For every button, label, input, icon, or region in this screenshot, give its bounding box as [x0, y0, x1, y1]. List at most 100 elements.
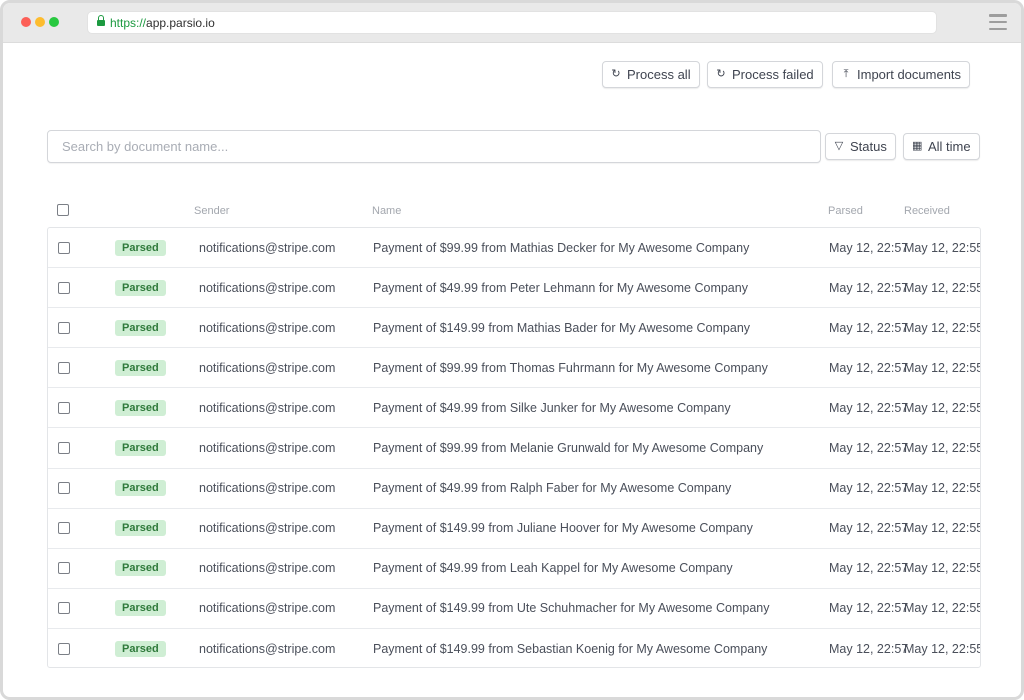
browser-window: https:// app.parsio.io ↻ Process all ↻ P… [0, 0, 1024, 700]
received-date-cell: May 12, 22:55 [904, 280, 981, 295]
row-checkbox[interactable] [58, 241, 70, 254]
table-row[interactable]: Parsed notifications@stripe.com Payment of… [48, 509, 980, 549]
received-date-cell: May 12, 22:55 [904, 360, 981, 375]
status-badge: Parsed [115, 239, 166, 256]
sender-cell: notifications@stripe.com [199, 441, 336, 456]
parsed-date-cell: May 12, 22:57 [829, 320, 909, 335]
table-row[interactable]: Parsed notifications@stripe.com Payment of… [48, 469, 980, 509]
parsed-date-cell: May 12, 22:57 [829, 400, 909, 415]
document-name-cell[interactable]: Payment of $49.99 from Ralph Faber for M… [373, 481, 731, 495]
status-badge: Parsed [115, 319, 166, 336]
process-failed-button[interactable]: ↻ Process failed [707, 61, 823, 88]
sender-cell: notifications@stripe.com [199, 601, 336, 616]
table-row[interactable]: Parsed notifications@stripe.com Payment of… [48, 348, 981, 389]
minimize-window-button[interactable] [35, 17, 45, 27]
import-documents-button[interactable]: ⤒ Import documents [832, 61, 971, 88]
table-row[interactable]: Parsed notifications@stripe.com Payment of… [48, 268, 981, 309]
search-input[interactable] [47, 130, 821, 163]
document-name-cell[interactable]: Payment of $149.99 from Juliane Hoover f… [373, 521, 753, 535]
received-date-cell: May 12, 22:55 [904, 240, 981, 255]
table-row[interactable]: Parsed notifications@stripe.com Payment of… [48, 428, 981, 469]
parsed-date-cell: May 12, 22:57 [829, 521, 909, 536]
refresh-icon: ↻ [716, 68, 726, 80]
document-name-cell[interactable]: Payment of $49.99 from Leah Kappel for M… [373, 561, 733, 575]
parsed-date-cell: May 12, 22:57 [829, 481, 909, 496]
row-checkbox[interactable] [58, 522, 70, 535]
url-host: app.parsio.io [146, 15, 215, 30]
import-documents-label: Import documents [857, 67, 962, 82]
document-name-cell[interactable]: Payment of $99.99 from Mathias Decker fo… [373, 241, 749, 255]
filter-icon: ▽ [834, 140, 844, 152]
parsed-date-cell: May 12, 22:57 [829, 561, 909, 576]
column-header-sender[interactable]: Sender [194, 205, 229, 217]
row-checkbox[interactable] [58, 642, 70, 655]
column-header-received[interactable]: Received [904, 205, 950, 217]
table-row[interactable]: Parsed notifications@stripe.com Payment of… [48, 549, 980, 589]
document-name-cell[interactable]: Payment of $99.99 from Melanie Grunwald … [373, 441, 763, 455]
row-checkbox[interactable] [58, 401, 70, 414]
column-header-parsed[interactable]: Parsed [828, 205, 863, 217]
status-badge: Parsed [115, 399, 166, 416]
lock-icon [97, 15, 105, 27]
document-name-cell[interactable]: Payment of $149.99 from Ute Schuhmacher … [373, 601, 769, 615]
received-date-cell: May 12, 22:55 [904, 561, 981, 576]
column-header-name[interactable]: Name [372, 205, 401, 217]
row-checkbox[interactable] [58, 442, 70, 455]
sender-cell: notifications@stripe.com [199, 320, 336, 335]
received-date-cell: May 12, 22:55 [904, 521, 981, 536]
calendar-icon: ▦ [912, 140, 923, 152]
document-name-cell[interactable]: Payment of $99.99 from Thomas Fuhrmann f… [373, 361, 768, 375]
received-date-cell: May 12, 22:55 [904, 441, 981, 456]
sender-cell: notifications@stripe.com [199, 561, 336, 576]
document-name-cell[interactable]: Payment of $49.99 from Peter Lehmann for… [373, 281, 748, 295]
hamburger-menu-icon[interactable] [989, 14, 1007, 30]
document-name-cell[interactable]: Payment of $149.99 from Sebastian Koenig… [373, 642, 767, 656]
table-row[interactable]: Parsed notifications@stripe.com Payment of… [48, 629, 981, 667]
table-row[interactable]: Parsed notifications@stripe.com Payment of… [48, 228, 981, 269]
table-row[interactable]: Parsed notifications@stripe.com Payment of… [48, 388, 981, 429]
url-scheme: https:// [110, 15, 147, 30]
status-badge: Parsed [115, 560, 166, 577]
status-filter-button[interactable]: ▽ Status [825, 133, 896, 160]
close-window-button[interactable] [21, 17, 31, 27]
table-header: Sender Name Parsed Received [47, 198, 981, 226]
row-checkbox[interactable] [58, 482, 70, 495]
received-date-cell: May 12, 22:55 [904, 481, 981, 496]
upload-icon: ⤒ [843, 68, 849, 80]
maximize-window-button[interactable] [49, 17, 59, 27]
process-failed-label: Process failed [732, 67, 814, 82]
status-badge: Parsed [115, 440, 166, 457]
process-all-label: Process all [627, 67, 691, 82]
address-bar[interactable]: https:// app.parsio.io [87, 11, 937, 34]
status-badge: Parsed [115, 640, 166, 657]
documents-table: Parsed notifications@stripe.com Payment of… [47, 227, 981, 668]
parsed-date-cell: May 12, 22:57 [829, 280, 909, 295]
date-range-button[interactable]: ▦ All time [903, 133, 980, 160]
sender-cell: notifications@stripe.com [199, 400, 336, 415]
status-badge: Parsed [115, 359, 166, 376]
sender-cell: notifications@stripe.com [199, 521, 336, 536]
status-filter-label: Status [850, 139, 887, 154]
process-all-button[interactable]: ↻ Process all [602, 61, 700, 88]
document-name-cell[interactable]: Payment of $49.99 from Silke Junker for … [373, 401, 731, 415]
row-checkbox[interactable] [58, 361, 70, 374]
received-date-cell: May 12, 22:55 [904, 320, 981, 335]
row-checkbox[interactable] [58, 562, 70, 575]
parsed-date-cell: May 12, 22:57 [829, 441, 909, 456]
refresh-icon: ↻ [611, 68, 621, 80]
browser-chrome: https:// app.parsio.io [3, 3, 1021, 43]
row-checkbox[interactable] [58, 602, 70, 615]
document-name-cell[interactable]: Payment of $149.99 from Mathias Bader fo… [373, 321, 750, 335]
sender-cell: notifications@stripe.com [199, 641, 336, 656]
table-row[interactable]: Parsed notifications@stripe.com Payment of… [48, 589, 980, 629]
sender-cell: notifications@stripe.com [199, 481, 336, 496]
row-checkbox[interactable] [58, 281, 70, 294]
received-date-cell: May 12, 22:55 [904, 400, 981, 415]
status-badge: Parsed [115, 520, 166, 537]
table-row[interactable]: Parsed notifications@stripe.com Payment of… [48, 308, 981, 349]
select-all-checkbox[interactable] [57, 204, 69, 216]
status-badge: Parsed [115, 480, 166, 497]
date-range-label: All time [928, 139, 971, 154]
received-date-cell: May 12, 22:55 [904, 641, 981, 656]
row-checkbox[interactable] [58, 321, 70, 334]
